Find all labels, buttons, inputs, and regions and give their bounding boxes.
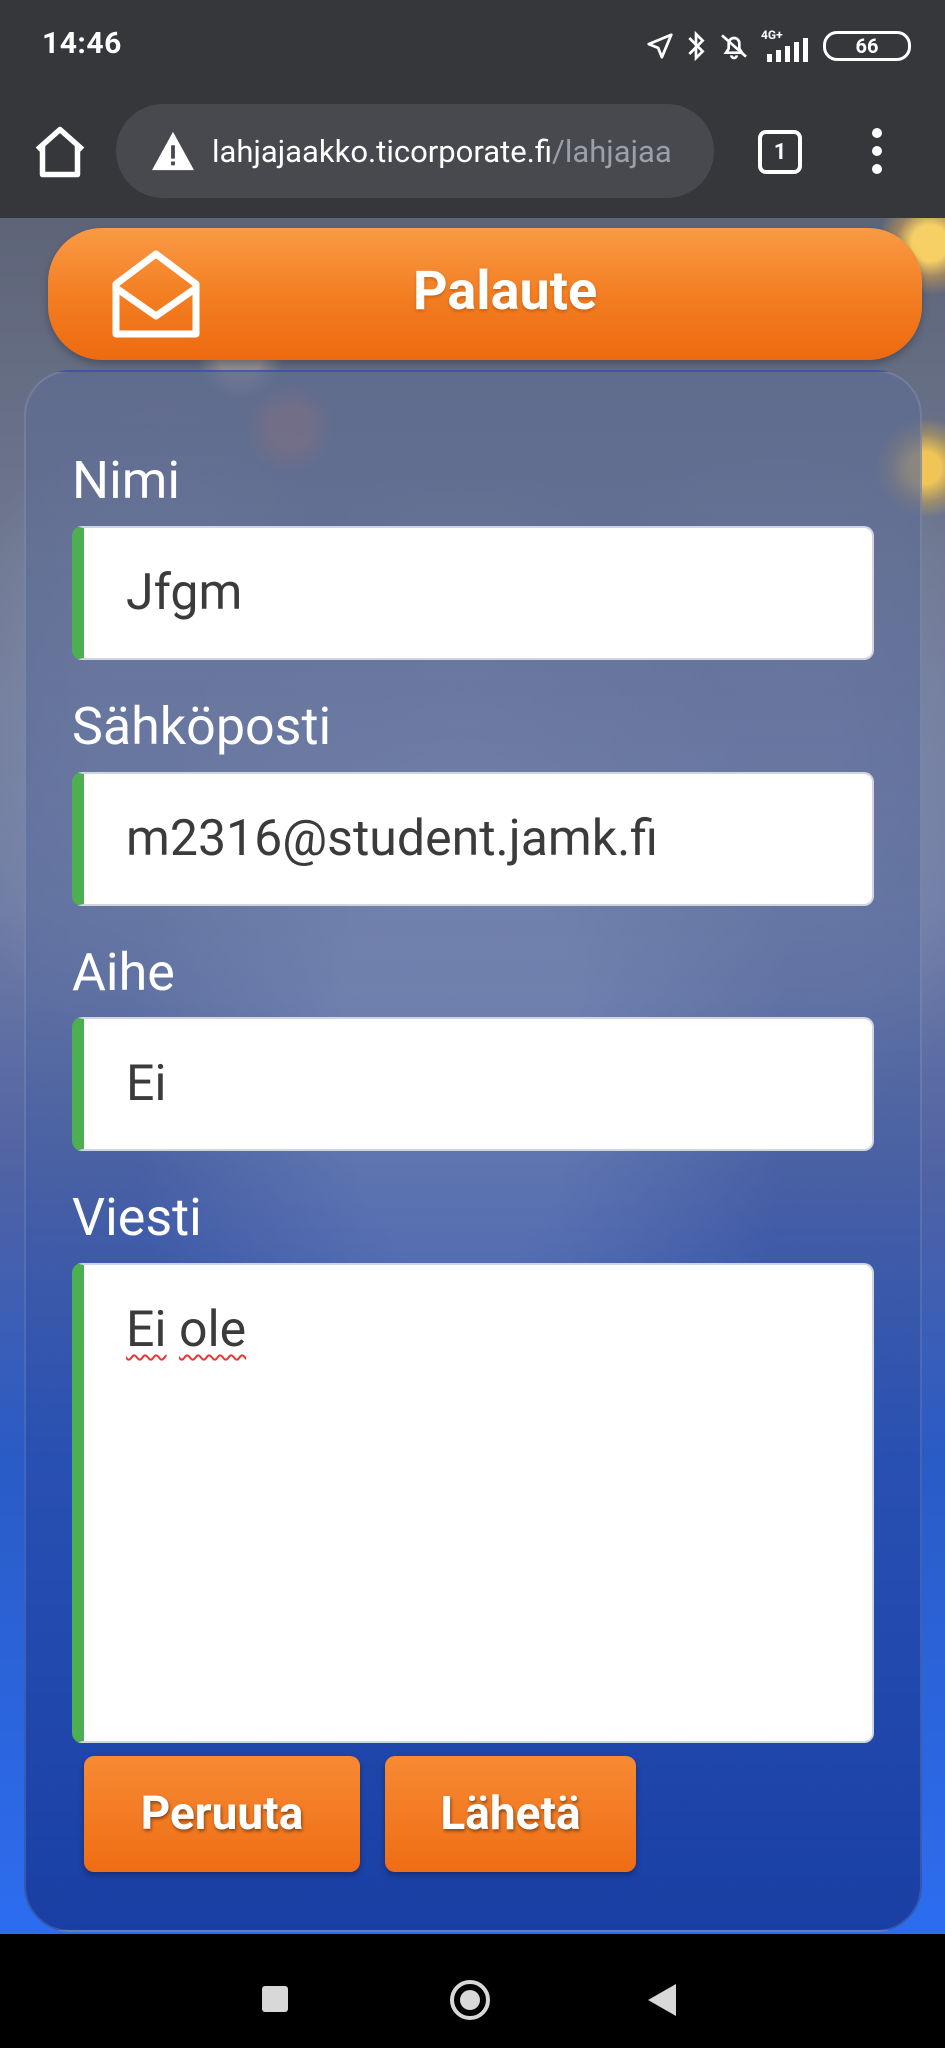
battery-indicator: 66	[823, 31, 911, 61]
message-word: ole	[178, 1301, 247, 1359]
status-bar: 14:46 4G+ 66	[0, 0, 945, 92]
system-nav-bar	[0, 1934, 945, 2048]
home-icon	[35, 126, 85, 178]
bluetooth-icon	[688, 30, 705, 62]
name-label: Nimi	[72, 450, 180, 511]
tab-switcher-button[interactable]: 1	[758, 130, 802, 174]
page-title: Palaute	[412, 260, 598, 323]
message-textarea[interactable]: Ei ole	[72, 1263, 874, 1743]
email-label: Sähköposti	[72, 696, 332, 757]
email-input[interactable]: m2316@student.jamk.fi	[72, 772, 874, 906]
status-icons: 4G+ 66	[645, 24, 911, 68]
back-button[interactable]	[648, 1984, 676, 2016]
message-label: Viesti	[72, 1187, 202, 1248]
network-indicator: 4G+	[761, 28, 813, 62]
url-path: /lahjajaa	[552, 132, 672, 170]
location-icon	[647, 33, 673, 59]
home-nav-button[interactable]	[450, 1980, 490, 2020]
recents-button[interactable]	[262, 1986, 288, 2012]
signal-icon	[767, 38, 808, 62]
url-domain: lahjajaakko.ticorporate.fi	[212, 132, 553, 170]
not-secure-warning-icon	[152, 131, 194, 171]
menu-dot	[872, 164, 882, 174]
menu-dot	[872, 146, 882, 156]
name-input[interactable]: Jfgm	[72, 526, 874, 660]
browser-toolbar: lahjajaakko.ticorporate.fi/lahjajaa 1	[0, 92, 945, 218]
menu-dot	[872, 128, 882, 138]
url-text: lahjajaakko.ticorporate.fi/lahjajaa	[212, 133, 672, 170]
address-bar[interactable]: lahjajaakko.ticorporate.fi/lahjajaa	[116, 104, 714, 198]
more-menu-button[interactable]	[862, 128, 892, 178]
cancel-button[interactable]: Peruuta	[84, 1756, 360, 1872]
status-time: 14:46	[42, 26, 122, 61]
message-word: Ei	[126, 1301, 167, 1359]
send-button[interactable]: Lähetä	[385, 1756, 636, 1872]
home-button[interactable]	[30, 122, 90, 182]
page-content: Palaute Nimi Jfgm Sähköposti m2316@stude…	[0, 218, 945, 1934]
muted-bell-icon	[721, 34, 747, 60]
feedback-header: Palaute	[48, 228, 922, 360]
subject-label: Aihe	[72, 942, 175, 1003]
subject-input[interactable]: Ei	[72, 1017, 874, 1151]
